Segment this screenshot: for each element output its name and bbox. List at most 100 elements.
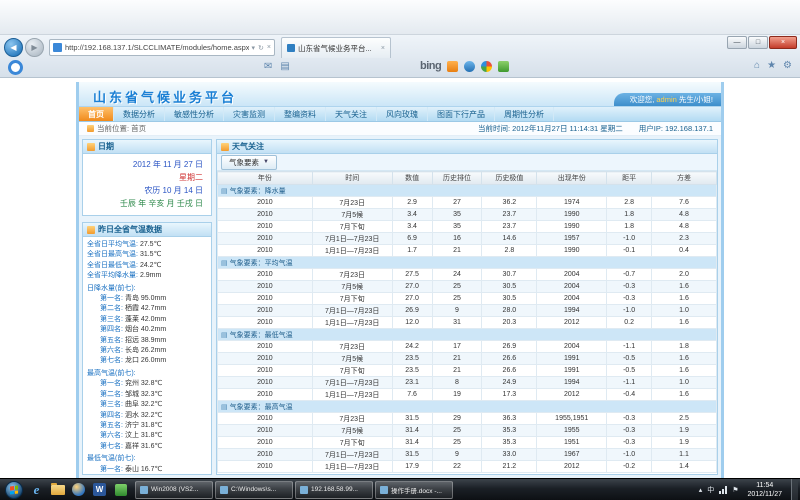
nav-item-1[interactable]: 首页 [79, 107, 114, 121]
table-row[interactable]: 20107月5候27.02530.52004-0.31.6 [218, 281, 717, 293]
taskbar-clock[interactable]: 11:54 2012/11/27 [743, 481, 786, 499]
start-button[interactable] [5, 481, 23, 499]
table-row[interactable]: 20107月5候31.42535.31955-0.31.9 [218, 425, 717, 437]
section-row[interactable]: ▤气象要素：降水量 [218, 185, 717, 197]
table-row[interactable]: 20107月23日31.52936.31955,1951-0.32.5 [218, 413, 717, 425]
table-row[interactable]: 20101月1日—7月23日1.7212.81990-0.10.4 [218, 245, 717, 257]
url-text[interactable]: http://192.168.137.1/SLCCLIMATE/modules/… [65, 43, 249, 52]
messenger-icon[interactable] [464, 61, 475, 72]
weather-panel-header: 昨日全省气温数据 [83, 223, 211, 237]
section-expand-icon[interactable]: ▤ [221, 260, 228, 267]
nav-item-7[interactable]: 风向玫瑰 [377, 107, 428, 121]
table-row[interactable]: 20107月下旬31.42535.31951-0.31.9 [218, 437, 717, 449]
table-row[interactable]: 20107月23日24.21726.92004-1.11.8 [218, 341, 717, 353]
cell: -0.2 [607, 461, 652, 473]
photo-icon[interactable] [481, 61, 492, 72]
column-header: 年份 [218, 172, 313, 185]
table-row[interactable]: 20101月1日—7月23日7.61917.32012-0.41.6 [218, 389, 717, 401]
table-row[interactable]: 20101月1日—7月23日12.03120.320120.21.6 [218, 317, 717, 329]
element-filter-button[interactable]: 气象要素 ▼ [221, 155, 277, 170]
cell: 2004 [537, 341, 607, 353]
home-icon[interactable]: ⌂ [754, 60, 760, 71]
table-row[interactable]: 20107月23日27.52430.72004-0.72.0 [218, 269, 717, 281]
table-row[interactable]: 20107月5候3.43523.719901.84.8 [218, 209, 717, 221]
taskbar-window-button-3[interactable]: 192.168.58.99... [295, 481, 373, 499]
nav-item-8[interactable]: 图面下行产品 [428, 107, 495, 121]
cell: 26.6 [482, 353, 537, 365]
table-row[interactable]: 20107月下旬27.02530.52004-0.31.6 [218, 293, 717, 305]
cell: 27 [432, 197, 482, 209]
network-icon[interactable] [719, 486, 727, 494]
rank-label: 第一名: [100, 466, 123, 473]
nav-item-6[interactable]: 天气关注 [326, 107, 377, 121]
green-app-glyph [115, 484, 127, 496]
browser-back-button[interactable]: ◀ [4, 38, 23, 57]
favorites-star-icon[interactable]: ★ [767, 60, 776, 71]
address-tab-row: ◀ ▶ http://192.168.137.1/SLCCLIMATE/modu… [0, 35, 800, 58]
bing-logo[interactable]: bing [420, 60, 441, 72]
table-row[interactable]: 20107月下旬3.43523.719901.84.8 [218, 221, 717, 233]
rank-label: 第五名: [100, 422, 123, 429]
nav-item-9[interactable]: 周期性分析 [495, 107, 554, 121]
section-expand-icon[interactable]: ▤ [221, 188, 228, 195]
toolbar-logo-icon[interactable] [8, 60, 23, 75]
nav-bar: 首页数据分析敏感性分析灾害监测整编资料天气关注风向玫瑰图面下行产品周期性分析 [79, 107, 721, 122]
word-icon[interactable]: W [91, 481, 108, 498]
taskbar-window-button-4[interactable]: 操作手册.docx -... [375, 481, 453, 499]
table-row[interactable]: 20107月1日—7月23日23.1824.91994-1.11.0 [218, 377, 717, 389]
table-row[interactable]: 20107月下旬23.52126.61991-0.51.6 [218, 365, 717, 377]
section-label: 气象要素：最低气温 [230, 332, 293, 339]
taskbar-window-button-1[interactable]: Win2008 (VS2... [135, 481, 213, 499]
refresh-icon[interactable]: ↻ [258, 44, 264, 52]
explorer-folder-icon[interactable] [49, 481, 66, 498]
browser-tab[interactable]: 山东省气候业务平台... × [281, 37, 391, 58]
cell: 7月5候 [312, 353, 392, 365]
section-row[interactable]: ▤气象要素：平均气温 [218, 257, 717, 269]
show-desktop-button[interactable] [791, 479, 798, 500]
internet-explorer-icon[interactable]: e [28, 481, 45, 498]
cell: 14.6 [482, 233, 537, 245]
rank-label: 第六名: [100, 347, 123, 354]
close-button[interactable]: × [769, 36, 797, 49]
table-row[interactable]: 20107月5候23.52126.61991-0.51.6 [218, 353, 717, 365]
section-expand-icon[interactable]: ▤ [221, 332, 228, 339]
nav-item-3[interactable]: 敏感性分析 [165, 107, 224, 121]
nav-item-2[interactable]: 数据分析 [114, 107, 165, 121]
nav-item-4[interactable]: 灾害监测 [224, 107, 275, 121]
green-app-icon[interactable] [112, 481, 129, 498]
cell: 1月1日—7月23日 [312, 245, 392, 257]
address-bar[interactable]: http://192.168.137.1/SLCCLIMATE/modules/… [49, 39, 275, 56]
table-row[interactable]: 20101月1日—7月23日17.92221.22012-0.21.4 [218, 461, 717, 473]
date-line: 2012 年 11 月 27 日 [87, 158, 203, 171]
cell: 30.5 [482, 293, 537, 305]
tab-close-icon[interactable]: × [381, 45, 385, 52]
table-row[interactable]: 20107月23日2.92736.219742.87.6 [218, 197, 717, 209]
section-label: 气象要素：降水量 [230, 188, 286, 195]
minimize-button[interactable]: — [727, 36, 747, 49]
browser-forward-button[interactable]: ▶ [25, 38, 44, 57]
cell: 1.8 [607, 221, 652, 233]
media-player-icon[interactable] [70, 481, 87, 498]
tray-expand-icon[interactable]: ▴ [699, 486, 703, 494]
mail-icon[interactable]: ✉ [264, 61, 272, 72]
ime-indicator[interactable]: 中 [707, 485, 714, 495]
taskbar-window-button-2[interactable]: C:\Windows\s... [215, 481, 293, 499]
section-row[interactable]: ▤气象要素：最高气温 [218, 401, 717, 413]
maximize-button[interactable]: □ [748, 36, 768, 49]
cell: 24 [432, 269, 482, 281]
action-center-flag-icon[interactable]: ⚑ [732, 486, 738, 494]
share-icon[interactable] [498, 61, 509, 72]
stop-icon[interactable]: × [267, 44, 271, 51]
section-expand-icon[interactable]: ▤ [221, 404, 228, 411]
table-row[interactable]: 20107月1日—7月23日26.9928.01994-1.01.0 [218, 305, 717, 317]
settings-gear-icon[interactable]: ⚙ [783, 60, 792, 71]
table-row[interactable]: 20107月1日—7月23日31.5933.01967-1.01.1 [218, 449, 717, 461]
group-title: 最高气温(前七): [87, 369, 209, 379]
bing-button-icon[interactable] [447, 61, 458, 72]
nav-item-5[interactable]: 整编资料 [275, 107, 326, 121]
address-dropdown-icon[interactable]: ▾ [252, 44, 256, 52]
grid-icon[interactable]: ▤ [280, 61, 289, 72]
cell: 7月1日—7月23日 [312, 233, 392, 245]
section-row[interactable]: ▤气象要素：最低气温 [218, 329, 717, 341]
table-row[interactable]: 20107月1日—7月23日6.91614.61957-1.02.3 [218, 233, 717, 245]
